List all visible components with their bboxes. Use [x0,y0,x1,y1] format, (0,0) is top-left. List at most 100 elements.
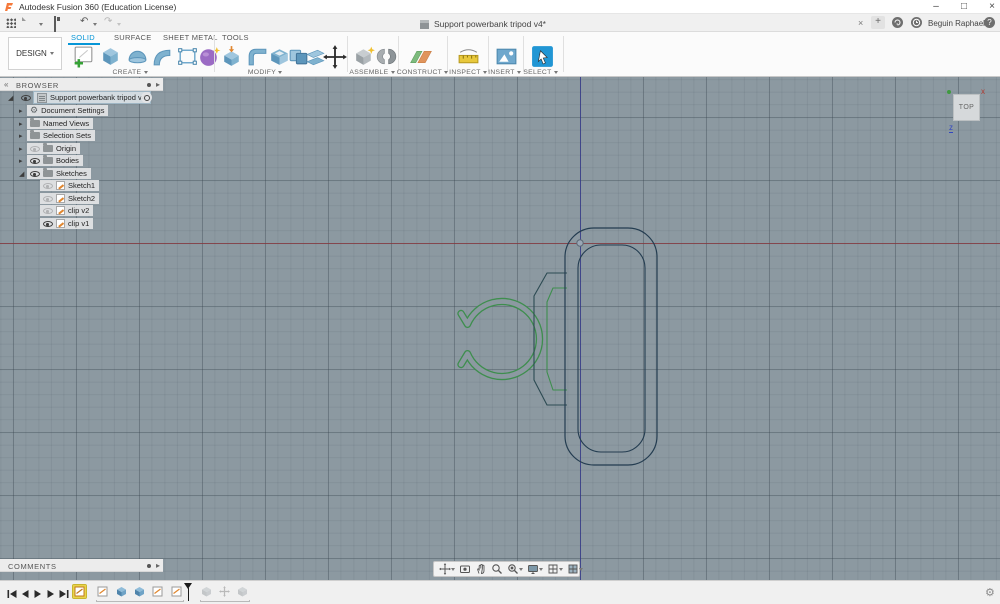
browser-row-sketch1[interactable]: Sketch1 [40,180,100,191]
undo-button[interactable]: ↶ [80,16,88,27]
tab-surface[interactable]: SURFACE [114,33,152,44]
browser-header[interactable]: « BROWSER ▸ [0,78,163,91]
maximize-button[interactable]: □ [950,0,978,14]
workspace-switcher[interactable]: DESIGN [8,37,62,70]
viewport-canvas[interactable]: TOP x z « BROWSER ▸ ◢ Support powerbank … [0,77,1000,580]
comments-arrow-icon[interactable]: ▸ [156,561,161,570]
help-button[interactable]: ? [984,17,995,28]
extrude-icon [103,48,118,65]
timeline-step-back-button[interactable] [19,587,31,599]
tab-sheet-metal[interactable]: SHEET METAL [163,33,218,44]
comments-panel-header[interactable]: COMMENTS ▸ [0,559,163,572]
timeline-item-extrude[interactable] [115,585,128,598]
timeline-item-sketch[interactable] [96,585,109,598]
look-at-icon [459,565,470,573]
expand-arrow-icon[interactable]: ▸ [19,145,27,153]
timeline-position-marker[interactable] [184,583,193,601]
redo-button[interactable]: ↷ [104,16,112,27]
visibility-eye-icon[interactable] [21,93,31,102]
origin-point[interactable] [576,239,584,247]
user-account-button[interactable]: Beguin Raphael [928,19,985,28]
fit-button[interactable] [505,562,524,576]
sync-status-button[interactable] [892,17,903,28]
visibility-eye-icon[interactable] [30,169,40,178]
look-at-button[interactable] [457,562,472,576]
browser-header-arrow-icon[interactable]: ▸ [156,80,161,89]
browser-row-bodies[interactable]: ▸ Bodies [19,155,83,166]
undo-caret-icon[interactable] [93,23,97,26]
browser-row-sketches[interactable]: ◢ Sketches [19,168,91,179]
minimize-button[interactable]: – [922,0,950,14]
redo-caret-icon[interactable] [117,23,121,26]
job-status-button[interactable] [911,17,922,28]
group-label-modify[interactable]: MODIFY [230,69,300,76]
visibility-eye-icon[interactable] [30,144,40,153]
browser-row-clip-v2[interactable]: clip v2 [40,205,94,216]
timeline-item-extrude-suppressed[interactable] [200,585,213,598]
group-label-select[interactable]: SELECT [513,69,568,76]
timeline-settings-gear-icon[interactable]: ⚙ [985,586,995,599]
create-sketch-button[interactable] [71,44,96,74]
timeline-item-move-suppressed[interactable] [218,585,231,598]
navigation-bar [433,561,583,577]
bracket-inner-profile[interactable] [546,287,567,391]
timeline-item-extrude[interactable] [133,585,146,598]
app-grid-menu-icon[interactable] [6,18,16,28]
close-button[interactable]: × [978,0,1000,14]
expand-triangle-icon[interactable]: ◢ [8,94,16,102]
timeline-item-sketch-selected[interactable] [72,584,87,599]
pan-button[interactable] [473,562,488,576]
timeline-item-sketch[interactable] [170,585,183,598]
timeline-item-sketch[interactable] [151,585,164,598]
fusion360-window: Autodesk Fusion 360 (Education License) … [0,0,1000,604]
timeline-step-forward-button[interactable] [45,587,57,599]
expand-arrow-icon[interactable]: ▸ [19,132,27,140]
browser-row-document-settings[interactable]: ▸ ⚙ Document Settings [19,105,109,116]
clip-ring-profile[interactable] [457,297,544,381]
group-separator [563,36,564,72]
group-label-create[interactable]: CREATE [95,69,165,76]
visibility-eye-icon[interactable] [43,219,53,228]
viewcube-face-top[interactable]: TOP [953,94,980,121]
collapse-panel-icon[interactable]: « [4,80,9,89]
browser-row-origin[interactable]: ▸ Origin [19,143,81,154]
visibility-eye-icon[interactable] [43,181,53,190]
timeline-go-to-start-button[interactable] [6,587,18,599]
new-document-tab-button[interactable]: + [871,16,885,29]
visibility-eye-icon[interactable] [43,194,53,203]
viewcube-home-dot-icon[interactable] [947,90,951,94]
browser-row-named-views[interactable]: ▸ Named Views [19,118,94,129]
file-caret-icon[interactable] [39,23,43,26]
construct-plane-icon [410,51,432,64]
timeline-go-to-end-button[interactable] [58,587,70,599]
browser-root-row[interactable]: ◢ Support powerbank tripod v4 [8,91,151,104]
timeline-play-button[interactable] [32,587,44,599]
sketch-icon [56,219,65,228]
expand-arrow-icon[interactable]: ▸ [19,107,27,115]
zoom-button[interactable] [489,562,504,576]
expand-triangle-icon[interactable]: ◢ [19,170,27,178]
display-settings-button[interactable] [525,562,544,576]
view-cube[interactable]: TOP x z [941,86,993,134]
expand-arrow-icon[interactable]: ▸ [19,157,27,165]
group-separator [398,36,399,72]
browser-row-sketch2[interactable]: Sketch2 [40,193,100,204]
tab-tools[interactable]: TOOLS [222,33,249,44]
document-tab[interactable]: Support powerbank tripod v4* [420,16,546,32]
viewports-button[interactable] [565,562,584,576]
document-tab-close-button[interactable]: × [858,18,863,28]
browser-row-selection-sets[interactable]: ▸ Selection Sets [19,130,95,141]
sketch-geometry[interactable] [0,77,1000,580]
grid-snaps-button[interactable] [545,562,564,576]
orbit-button[interactable] [437,562,456,576]
joint-icon [376,48,397,65]
expand-arrow-icon[interactable]: ▸ [19,120,27,128]
activate-component-button[interactable] [141,92,152,103]
timeline-item-extrude-suppressed[interactable] [236,585,249,598]
display-caret-icon [538,567,543,571]
visibility-eye-icon[interactable] [43,206,53,215]
visibility-eye-icon[interactable] [30,156,40,165]
powerbank-inner-profile[interactable] [577,244,646,453]
workspace-caret-icon [49,52,54,55]
browser-row-clip-v1[interactable]: clip v1 [40,218,94,229]
